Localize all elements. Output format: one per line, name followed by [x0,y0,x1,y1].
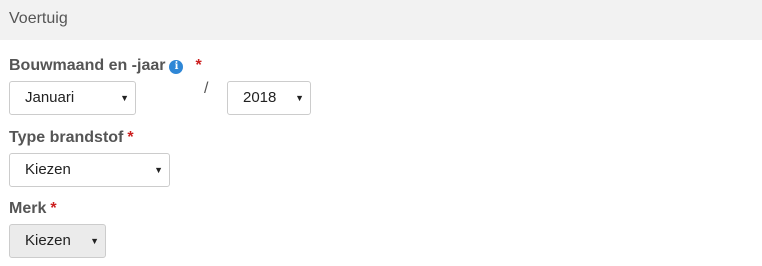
build-year-value: 2018 [243,89,277,106]
build-month-value: Januari [25,89,75,106]
required-mark: * [195,57,202,74]
chevron-down-icon: ▼ [154,165,163,175]
required-mark: * [127,129,134,146]
brand-label: Merk * [9,200,57,218]
fuel-type-label-text: Type brandstof [9,129,124,146]
fuel-type-value: Kiezen [25,161,71,178]
date-separator: / [204,80,209,97]
required-mark: * [50,200,57,217]
fuel-type-label: Type brandstof * [9,129,134,147]
brand-select[interactable]: Kiezen ▼ [9,224,106,258]
build-date-label-text: Bouwmaand en -jaar [9,57,166,74]
brand-label-text: Merk [9,200,47,217]
brand-value: Kiezen [25,232,71,249]
chevron-down-icon: ▼ [90,236,99,246]
section-header: Voertuig [0,0,762,40]
section-title: Voertuig [9,10,68,27]
info-icon[interactable]: i [169,60,184,74]
build-date-label: Bouwmaand en -jaar i * [9,57,202,75]
chevron-down-icon: ▼ [120,93,129,103]
vehicle-form: Voertuig Bouwmaand en -jaar i * Januari ▼ … [0,0,762,266]
build-month-select[interactable]: Januari ▼ [9,81,136,115]
build-year-select[interactable]: 2018 ▼ [227,81,311,115]
chevron-down-icon: ▼ [295,93,304,103]
fuel-type-select[interactable]: Kiezen ▼ [9,153,170,187]
